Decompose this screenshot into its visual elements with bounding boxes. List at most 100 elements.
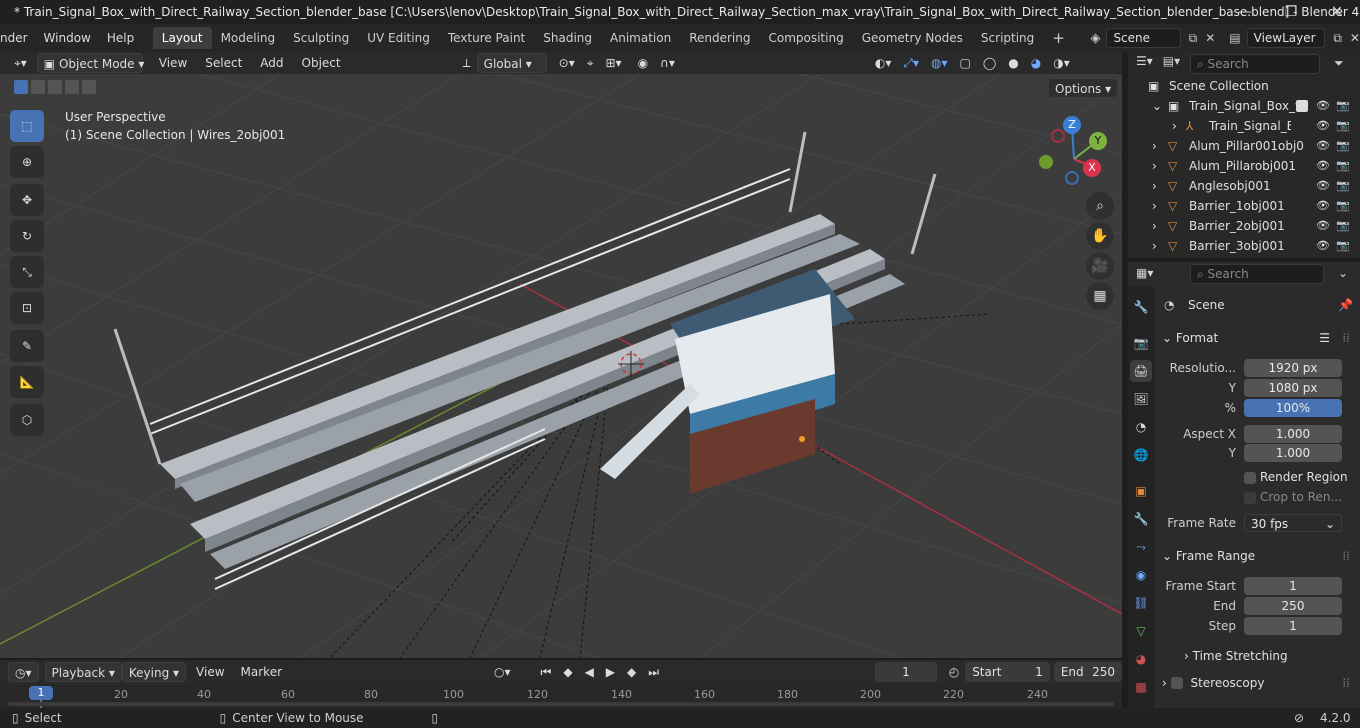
resolution-y-field[interactable]: 1080 px	[1244, 379, 1342, 397]
current-frame-field[interactable]: 1	[875, 662, 937, 682]
pin-icon[interactable]: 📌	[1338, 298, 1353, 312]
expand-arrow-icon[interactable]: ›	[1152, 236, 1157, 256]
frame-rate-dropdown[interactable]: 30 fps ⌄	[1244, 514, 1342, 532]
tab-geometry-nodes[interactable]: Geometry Nodes	[853, 27, 972, 49]
orientation-selector[interactable]: Global ▾	[476, 53, 547, 73]
crop-checkbox[interactable]	[1244, 492, 1256, 504]
keying-menu[interactable]: Keying ▾	[121, 662, 187, 682]
eye-icon[interactable]: 👁	[1316, 176, 1330, 196]
jump-end-icon[interactable]: ⏭	[642, 662, 665, 682]
particles-tab-icon[interactable]: ⤳	[1130, 536, 1152, 558]
gizmo-x-icon[interactable]: X	[1083, 159, 1101, 177]
menu-add[interactable]: Add	[254, 53, 289, 73]
eye-icon[interactable]: 👁	[1316, 156, 1330, 176]
presets-icon[interactable]: ☰	[1319, 326, 1330, 350]
view-layer-selector[interactable]: ViewLayer	[1246, 28, 1326, 48]
3d-viewport[interactable]: User Perspective (1) Scene Collection | …	[0, 74, 1122, 658]
scale-tool-icon[interactable]: ⤡	[10, 256, 44, 288]
data-tab-icon[interactable]: ▽	[1130, 620, 1152, 642]
tab-shading[interactable]: Shading	[534, 27, 601, 49]
camera-icon[interactable]: 📷	[1336, 196, 1350, 216]
object-tab-icon[interactable]: ▣	[1130, 480, 1152, 502]
camera-icon[interactable]: 📷	[1336, 136, 1350, 156]
constraints-tab-icon[interactable]: ⛓	[1130, 592, 1152, 614]
snap-icon[interactable]: ⌖	[581, 53, 600, 73]
eye-icon[interactable]: 👁	[1316, 96, 1330, 116]
delete-scene-icon[interactable]: ✕	[1205, 31, 1215, 45]
camera-icon[interactable]: 📷	[1336, 96, 1350, 116]
new-scene-icon[interactable]: ⧉	[1189, 31, 1198, 46]
drag-handle-icon[interactable]: ⁞⁞	[1342, 544, 1350, 568]
menu-object[interactable]: Object	[296, 53, 347, 73]
camera-icon[interactable]: 📷	[1336, 176, 1350, 196]
time-stretching-section[interactable]: › Time Stretching	[1184, 644, 1344, 668]
playhead[interactable]: 1	[29, 686, 53, 700]
overlay-icon[interactable]: ◍▾	[925, 53, 954, 73]
tab-uv-editing[interactable]: UV Editing	[358, 27, 439, 49]
timeline-editor-icon[interactable]: ◷▾	[8, 662, 39, 682]
frame-end-field[interactable]: End 250	[1053, 662, 1122, 682]
aspect-y-field[interactable]: 1.000	[1244, 444, 1342, 462]
outliner-row-collection[interactable]: ⌄ ▣ Train_Signal_Box_v 👁 📷	[1128, 96, 1360, 116]
playback-menu[interactable]: Playback ▾	[44, 662, 122, 682]
timeline-view-menu[interactable]: View	[190, 662, 230, 682]
add-cube-tool-icon[interactable]: ⬡	[10, 404, 44, 436]
expand-arrow-icon[interactable]: ›	[1152, 176, 1157, 196]
cursor-tool-icon[interactable]: ⊕	[10, 146, 44, 178]
gizmo-icon[interactable]: ⤢▾	[897, 53, 925, 73]
play-reverse-icon[interactable]: ◀	[579, 662, 600, 682]
pan-hand-icon[interactable]: ✋	[1086, 222, 1114, 250]
measure-tool-icon[interactable]: 📐	[10, 366, 44, 398]
falloff-icon[interactable]: ∩▾	[654, 53, 681, 73]
world-tab-icon[interactable]: 🌐	[1130, 444, 1152, 466]
tab-scripting[interactable]: Scripting	[972, 27, 1043, 49]
properties-editor-icon[interactable]: ▦▾	[1136, 266, 1153, 280]
camera-icon[interactable]: 📷	[1336, 116, 1350, 136]
jump-keyframe-forward-icon[interactable]: ◆	[621, 662, 642, 682]
outliner-row-object[interactable]: › ▽ Alum_Pillarobj001 👁 📷	[1128, 156, 1360, 176]
view-layer-tab-icon[interactable]: 🖼	[1130, 388, 1152, 410]
xray-icon[interactable]: ▢	[953, 53, 976, 73]
select-box-tool-icon[interactable]: ⬚	[10, 110, 44, 142]
frame-start-field[interactable]: Start 1	[965, 662, 1050, 682]
auto-keying-icon[interactable]: ○▾	[488, 662, 517, 682]
minimize-button[interactable]: —	[1222, 0, 1268, 24]
exclude-checkbox[interactable]	[1296, 100, 1308, 112]
close-button[interactable]: ✕	[1314, 0, 1360, 24]
jump-keyframe-back-icon[interactable]: ◆	[557, 662, 578, 682]
expand-arrow-icon[interactable]: ›	[1152, 156, 1157, 176]
select-new-icon[interactable]	[14, 80, 28, 94]
properties-search-input[interactable]: ⌕ Search	[1190, 264, 1324, 284]
gizmo-y-icon[interactable]: Y	[1089, 132, 1107, 150]
stereoscopy-checkbox[interactable]	[1170, 677, 1183, 689]
output-tab-icon[interactable]: 🖨	[1130, 360, 1152, 382]
aspect-x-field[interactable]: 1.000	[1244, 425, 1342, 443]
preview-range-icon[interactable]: ◴	[943, 662, 965, 682]
camera-icon[interactable]: 📷	[1336, 216, 1350, 236]
scene-selector[interactable]: Scene	[1106, 28, 1181, 48]
eye-icon[interactable]: 👁	[1316, 116, 1330, 136]
resolution-x-field[interactable]: 1920 px	[1244, 359, 1342, 377]
drag-handle-icon[interactable]: ⁞⁞	[1342, 326, 1350, 350]
menu-help[interactable]: Help	[99, 24, 142, 52]
outliner-row-scene-collection[interactable]: ▣ Scene Collection	[1128, 76, 1360, 96]
delete-view-layer-icon[interactable]: ✕	[1350, 31, 1360, 45]
outliner-row-object[interactable]: › ▽ Anglesobj001 👁 📷	[1128, 176, 1360, 196]
outliner-row-object[interactable]: › ▽ Barrier_1obj001 👁 📷	[1128, 196, 1360, 216]
select-extend-icon[interactable]	[31, 80, 45, 94]
wireframe-shading-icon[interactable]: ◯	[977, 53, 1002, 73]
camera-icon[interactable]: 📷	[1336, 156, 1350, 176]
expand-arrow-icon[interactable]: ›	[1172, 116, 1177, 136]
select-subtract-icon[interactable]	[48, 80, 62, 94]
select-invert-icon[interactable]	[82, 80, 96, 94]
marker-menu[interactable]: Marker	[235, 662, 288, 682]
move-tool-icon[interactable]: ✥	[10, 184, 44, 216]
frame-start-field[interactable]: 1	[1244, 577, 1342, 595]
resolution-percent-field[interactable]: 100%	[1244, 399, 1342, 417]
outliner-editor-icon[interactable]: ☰▾	[1136, 54, 1153, 68]
expand-arrow-icon[interactable]: ›	[1152, 136, 1157, 156]
eye-icon[interactable]: 👁	[1316, 216, 1330, 236]
format-section-header[interactable]: ⌄ Format ☰ ⁞⁞	[1162, 326, 1352, 350]
rotate-tool-icon[interactable]: ↻	[10, 220, 44, 252]
visibility-icon[interactable]: ◐▾	[869, 53, 898, 73]
